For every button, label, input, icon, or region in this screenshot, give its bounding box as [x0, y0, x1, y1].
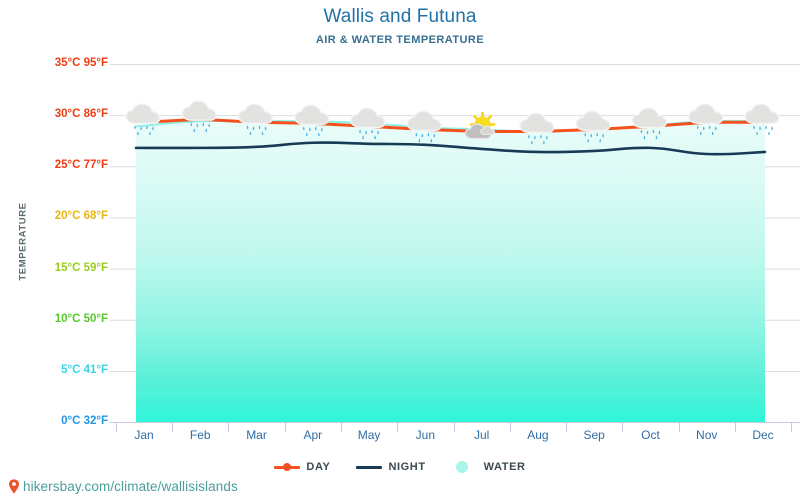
x-tick-label-may: May	[357, 428, 381, 442]
legend-swatch-night-icon	[356, 461, 383, 473]
legend-swatch-day-icon	[274, 461, 301, 473]
x-tick-label-mar: Mar	[246, 428, 267, 442]
x-tick-label-jan: Jan	[134, 428, 154, 442]
x-tick-label-nov: Nov	[696, 428, 718, 442]
plot-area	[110, 64, 800, 432]
chart-legend: DAY NIGHT WATER	[0, 461, 800, 473]
legend-item-water[interactable]: WATER	[452, 461, 526, 473]
legend-swatch-water-icon	[452, 461, 478, 473]
legend-item-night[interactable]: NIGHT	[356, 461, 425, 473]
x-tick-label-oct: Oct	[641, 428, 660, 442]
map-pin-icon	[8, 479, 20, 494]
x-tick-label-jun: Jun	[415, 428, 436, 442]
legend-item-day[interactable]: DAY	[274, 461, 330, 473]
legend-label: NIGHT	[388, 461, 426, 473]
climate-chart: Wallis and Futuna AIR & WATER TEMPERATUR…	[0, 0, 800, 500]
x-tick-label-apr: Apr	[303, 428, 323, 442]
x-tick-label-jul: Jul	[473, 428, 490, 442]
watermark-text: hikersbay.com/climate/wallisislands	[23, 479, 238, 494]
x-tick-label-dec: Dec	[752, 428, 774, 442]
x-tick-label-sep: Sep	[583, 428, 605, 442]
legend-label: DAY	[306, 461, 331, 473]
sun-behind-cloud-icon	[464, 111, 496, 140]
x-tick-label-aug: Aug	[527, 428, 549, 442]
site-watermark: hikersbay.com/climate/wallisislands	[8, 479, 238, 494]
x-tick-label-feb: Feb	[189, 428, 211, 442]
legend-label: WATER	[483, 461, 526, 473]
water-area-series	[136, 120, 765, 423]
